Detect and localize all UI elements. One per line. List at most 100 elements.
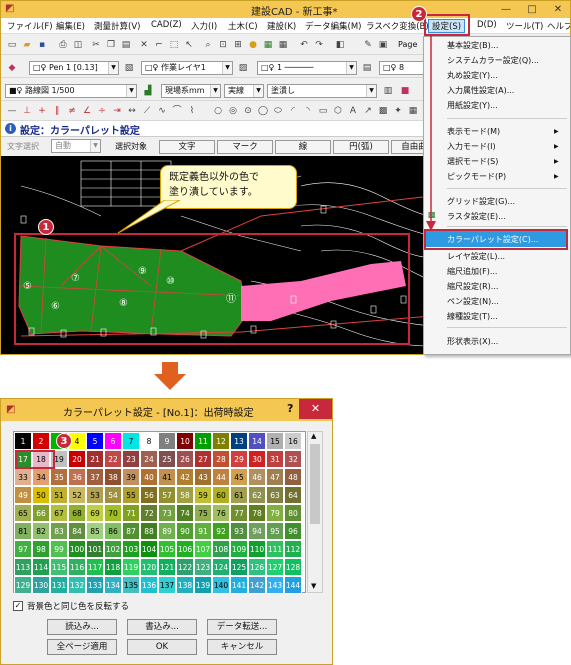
palette-cell[interactable]: 102 bbox=[104, 540, 122, 558]
settings-menu-item[interactable]: レイヤ設定(L)... bbox=[447, 251, 505, 262]
palette-cell[interactable]: 21 bbox=[86, 450, 104, 468]
grid-icon[interactable]: ▦ bbox=[276, 38, 290, 52]
palette-cell[interactable]: 2 bbox=[32, 432, 50, 450]
layer-settings-icon[interactable]: ▨ bbox=[236, 61, 250, 75]
palette-cell[interactable]: 125 bbox=[230, 558, 248, 576]
save-icon[interactable]: ▪ bbox=[35, 38, 49, 52]
palette-cell[interactable]: 45 bbox=[230, 468, 248, 486]
select-icon[interactable]: ⬚ bbox=[167, 38, 181, 52]
palette-cell[interactable]: 51 bbox=[50, 486, 68, 504]
palette-cell[interactable]: 74 bbox=[176, 504, 194, 522]
pen-settings-icon[interactable]: ▧ bbox=[122, 61, 136, 75]
palette-cell[interactable]: 131 bbox=[50, 576, 68, 594]
palette-cell[interactable]: 39 bbox=[122, 468, 140, 486]
palette-cell[interactable]: 110 bbox=[248, 540, 266, 558]
palette-cell[interactable]: 107 bbox=[194, 540, 212, 558]
symbol-icon[interactable]: ✦ bbox=[391, 104, 405, 118]
settings-menu-item[interactable]: 縮尺設定(R)... bbox=[447, 281, 498, 292]
layer-combo[interactable]: □♀ 作業レイヤ1 ▼ bbox=[141, 61, 233, 75]
menu-input[interactable]: 入力(I) bbox=[191, 20, 217, 32]
palette-cell[interactable]: 14 bbox=[248, 432, 266, 450]
sheet-combo[interactable]: ■♀ 路線図 1/500 ▼ bbox=[5, 84, 137, 98]
scale-combo[interactable]: 現場系mm ▼ bbox=[161, 84, 221, 98]
palette-cell[interactable]: 53 bbox=[86, 486, 104, 504]
palette-cell[interactable]: 59 bbox=[194, 486, 212, 504]
apply-all-pages-button[interactable]: 全ページ適用 bbox=[47, 639, 117, 655]
close-button[interactable]: ✕ bbox=[545, 1, 570, 18]
palette-cell[interactable]: 132 bbox=[68, 576, 86, 594]
palette-cell[interactable]: 89 bbox=[158, 522, 176, 540]
palette-cell[interactable]: 20 bbox=[68, 450, 86, 468]
palette-cell[interactable]: 88 bbox=[140, 522, 158, 540]
open-folder-icon[interactable]: ▰ bbox=[20, 38, 34, 52]
parallel-icon[interactable]: ∥ bbox=[50, 104, 64, 118]
palette-cell[interactable]: 82 bbox=[32, 522, 50, 540]
auto-combo[interactable]: 自動 ▼ bbox=[51, 139, 101, 153]
text-icon[interactable]: A bbox=[346, 104, 360, 118]
light-bulb-icon[interactable]: ● bbox=[246, 38, 260, 52]
palette-cell[interactable]: 105 bbox=[158, 540, 176, 558]
palette-cell[interactable]: 34 bbox=[32, 468, 50, 486]
linetype-combo[interactable]: □♀ 1 ────── ▼ bbox=[257, 61, 357, 75]
palette-cell[interactable]: 99 bbox=[50, 540, 68, 558]
palette-cell[interactable]: 5 bbox=[86, 432, 104, 450]
zoom-icon[interactable]: ⌕ bbox=[201, 38, 215, 52]
palette-cell[interactable]: 111 bbox=[266, 540, 284, 558]
palette-cell[interactable]: 130 bbox=[32, 576, 50, 594]
image-icon[interactable]: ▣ bbox=[376, 38, 390, 52]
palette-cell[interactable]: 26 bbox=[176, 450, 194, 468]
palette-cell[interactable]: 126 bbox=[248, 558, 266, 576]
palette-cell[interactable]: 119 bbox=[122, 558, 140, 576]
fill-settings-icon[interactable]: ▥ bbox=[381, 84, 395, 98]
palette-cell[interactable]: 56 bbox=[140, 486, 158, 504]
invert-checkbox[interactable]: ✓ bbox=[13, 601, 23, 611]
palette-cell[interactable]: 33 bbox=[14, 468, 32, 486]
palette-cell[interactable]: 123 bbox=[194, 558, 212, 576]
polygon-icon[interactable]: ⬡ bbox=[331, 104, 345, 118]
maximize-button[interactable]: □ bbox=[519, 1, 545, 18]
palette-cell[interactable]: 87 bbox=[122, 522, 140, 540]
fill-combo[interactable]: 塗潰し ▼ bbox=[267, 84, 377, 98]
ellipse-icon[interactable]: ⬭ bbox=[271, 104, 285, 118]
target-text-button[interactable]: 文字 bbox=[159, 140, 215, 154]
palette-cell[interactable]: 92 bbox=[212, 522, 230, 540]
redo-icon[interactable]: ↷ bbox=[312, 38, 326, 52]
copy-icon[interactable]: ❐ bbox=[104, 38, 118, 52]
polyline-icon[interactable]: ⌇ bbox=[185, 104, 199, 118]
paste-icon[interactable]: ▤ bbox=[119, 38, 133, 52]
palette-cell[interactable]: 136 bbox=[140, 576, 158, 594]
menu-help[interactable]: ヘルプ bbox=[547, 20, 570, 32]
spline-icon[interactable]: ∿ bbox=[155, 104, 169, 118]
palette-cell[interactable]: 60 bbox=[212, 486, 230, 504]
save-button[interactable]: 書込み... bbox=[127, 619, 197, 635]
palette-cell[interactable]: 48 bbox=[284, 468, 302, 486]
palette-cell[interactable]: 115 bbox=[50, 558, 68, 576]
dimension-icon[interactable]: ↔ bbox=[125, 104, 139, 118]
mode-combo[interactable]: 実線 ▼ bbox=[224, 84, 264, 98]
palette-cell[interactable]: 80 bbox=[284, 504, 302, 522]
palette-cell[interactable]: 71 bbox=[122, 504, 140, 522]
palette-cell[interactable]: 24 bbox=[140, 450, 158, 468]
palette-cell[interactable]: 133 bbox=[86, 576, 104, 594]
palette-cell[interactable]: 95 bbox=[266, 522, 284, 540]
palette-cell[interactable]: 57 bbox=[158, 486, 176, 504]
palette-cell[interactable]: 15 bbox=[266, 432, 284, 450]
palette-cell[interactable]: 44 bbox=[212, 468, 230, 486]
palette-cell[interactable]: 98 bbox=[32, 540, 50, 558]
rectangle-icon[interactable]: ▭ bbox=[316, 104, 330, 118]
bracket-icon[interactable]: ⌐ bbox=[152, 38, 166, 52]
settings-menu-item[interactable]: ペン設定(N)... bbox=[447, 296, 499, 307]
menu-construction[interactable]: 建設(K) bbox=[267, 20, 296, 32]
palette-cell[interactable]: 79 bbox=[266, 504, 284, 522]
circle-3pt-icon[interactable]: ⊙ bbox=[241, 104, 255, 118]
eraser-icon[interactable]: ◆ bbox=[5, 61, 19, 75]
target-line-button[interactable]: 線 bbox=[275, 140, 331, 154]
palette-cell[interactable]: 81 bbox=[14, 522, 32, 540]
circle-tangent-icon[interactable]: ◯ bbox=[256, 104, 270, 118]
table-icon[interactable]: ▦ bbox=[406, 104, 420, 118]
cancel-button[interactable]: キャンセル bbox=[207, 639, 277, 655]
palette-cell[interactable]: 121 bbox=[158, 558, 176, 576]
palette-cell[interactable]: 143 bbox=[266, 576, 284, 594]
settings-menu-item[interactable]: ピックモード(P) bbox=[447, 171, 506, 182]
pen-tool-icon[interactable]: ✎ bbox=[361, 38, 375, 52]
